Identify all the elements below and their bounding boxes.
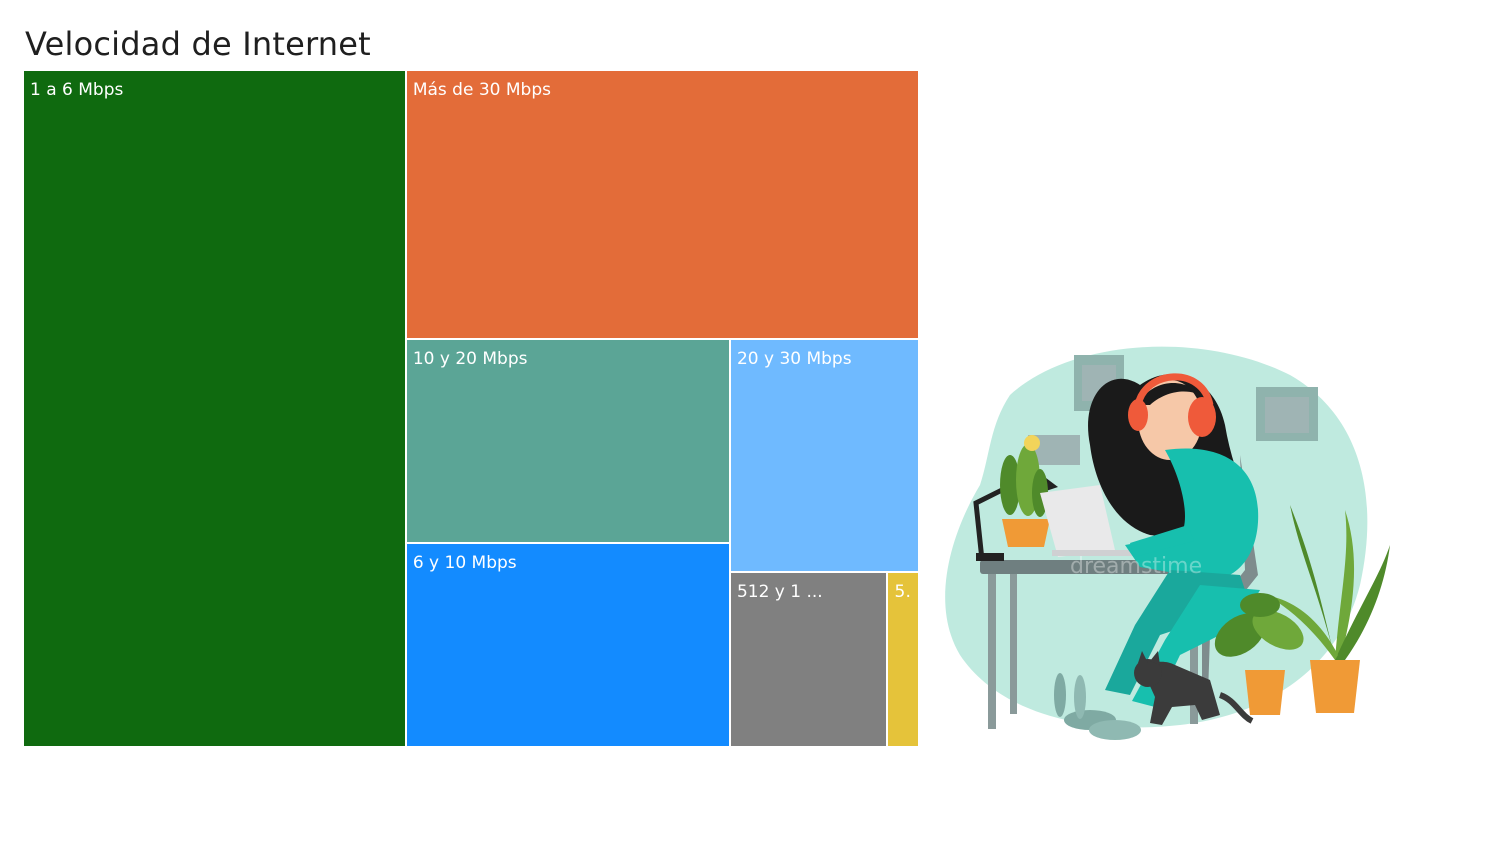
treemap-tile-label: 512 y 1 ... [736, 581, 823, 602]
treemap-tile-label: 512 kbps [894, 581, 912, 602]
woman-with-laptop-illustration: dreamstime [945, 346, 1390, 740]
treemap-tile-label: 10 y 20 Mbps [412, 348, 528, 369]
chart-title: Velocidad de Internet [25, 25, 371, 63]
treemap-tile[interactable]: 512 y 1 ... [730, 572, 887, 746]
svg-text:dreamstime: dreamstime [1070, 554, 1202, 579]
treemap-tile[interactable]: Más de 30 Mbps [406, 71, 918, 338]
treemap-chart: 1 a 6 Mbps Más de 30 Mbps 10 y 20 Mbps 6 y … [24, 71, 920, 748]
treemap-tile-label: Más de 30 Mbps [412, 80, 551, 100]
treemap-tile[interactable]: 512 kbps [888, 572, 918, 746]
treemap-tile-label: 20 y 30 Mbps [736, 348, 852, 369]
treemap-tile-label: 1 a 6 Mbps [30, 80, 124, 100]
treemap-tile[interactable]: 20 y 30 Mbps [730, 339, 918, 571]
treemap-tile[interactable]: 1 a 6 Mbps [24, 71, 405, 746]
treemap-tile[interactable]: 10 y 20 Mbps [406, 339, 729, 542]
treemap-tile-label: 6 y 10 Mbps [412, 552, 517, 573]
treemap-tile[interactable]: 6 y 10 Mbps [406, 543, 729, 746]
